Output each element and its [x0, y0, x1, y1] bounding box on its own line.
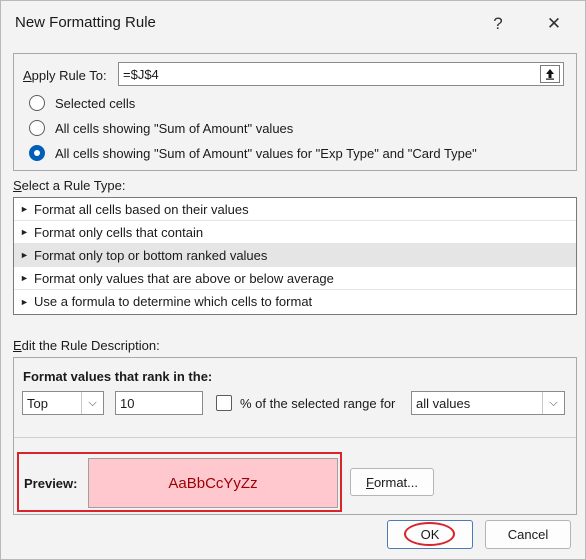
- cancel-button[interactable]: Cancel: [485, 520, 571, 549]
- arrow-right-icon: ►: [20, 204, 29, 214]
- apply-rule-value: =$J$4: [123, 66, 159, 82]
- format-button[interactable]: Format...: [350, 468, 434, 496]
- scope-option-sum-of-amount[interactable]: All cells showing "Sum of Amount" values: [29, 120, 293, 136]
- arrow-right-icon: ►: [20, 227, 29, 237]
- preview-sample-text: AaBbCcYyZz: [168, 474, 258, 492]
- apply-rule-input[interactable]: =$J$4: [118, 62, 564, 86]
- ok-highlight-annotation: [404, 522, 455, 546]
- edit-description-label: Edit the Rule Description:: [13, 338, 160, 353]
- rule-type-item[interactable]: ► Format only values that are above or b…: [14, 267, 576, 290]
- close-icon: ✕: [546, 14, 562, 33]
- rank-top-bottom-select[interactable]: Top ⌵: [22, 391, 104, 415]
- preview-sample: AaBbCcYyZz: [88, 458, 338, 508]
- rule-type-item-label: Format only cells that contain: [34, 224, 204, 240]
- rule-type-item-label: Format all cells based on their values: [34, 201, 249, 217]
- radio-exp-card-type[interactable]: [29, 145, 45, 161]
- arrow-right-icon: ►: [20, 250, 29, 260]
- chevron-down-icon: ⌵: [542, 392, 564, 414]
- rule-type-list: ► Format all cells based on their values…: [13, 197, 577, 315]
- rule-type-item-label: Format only values that are above or bel…: [34, 270, 334, 286]
- apply-rule-label: Apply Rule To:: [23, 68, 107, 83]
- percent-label: % of the selected range for: [240, 396, 396, 411]
- rank-value-input[interactable]: 10: [115, 391, 203, 415]
- rule-type-label: Select a Rule Type:: [13, 178, 126, 193]
- rank-heading: Format values that rank in the:: [23, 369, 213, 384]
- dialog-title: New Formatting Rule: [15, 14, 156, 31]
- upload-arrow-icon: [546, 69, 554, 80]
- collapse-range-button[interactable]: [540, 65, 560, 83]
- rule-type-item-label: Format only top or bottom ranked values: [34, 247, 268, 263]
- edit-description-group: Format values that rank in the: Top ⌵ 10…: [13, 357, 577, 515]
- apply-rule-group: Apply Rule To: =$J$4 Selected cells All …: [13, 53, 577, 171]
- preview-label: Preview:: [24, 476, 78, 491]
- arrow-right-icon: ►: [20, 273, 29, 283]
- rule-type-item[interactable]: ► Use a formula to determine which cells…: [14, 290, 576, 313]
- scope-option-exp-card-type[interactable]: All cells showing "Sum of Amount" values…: [29, 145, 477, 161]
- rule-type-item-selected[interactable]: ► Format only top or bottom ranked value…: [14, 244, 576, 267]
- scope-option-selected-cells[interactable]: Selected cells: [29, 95, 135, 111]
- arrow-right-icon: ►: [20, 296, 29, 307]
- chevron-down-icon: ⌵: [81, 392, 103, 414]
- scope-option-label: Selected cells: [55, 95, 136, 111]
- rule-type-item[interactable]: ► Format all cells based on their values: [14, 198, 576, 221]
- radio-sum-of-amount[interactable]: [29, 120, 45, 136]
- rank-value: 10: [120, 395, 135, 411]
- range-select-value: all values: [416, 395, 471, 411]
- close-button[interactable]: ✕: [541, 11, 567, 37]
- scope-option-label: All cells showing "Sum of Amount" values: [55, 120, 294, 136]
- new-formatting-rule-dialog: New Formatting Rule ? ✕ Apply Rule To: =…: [0, 0, 586, 560]
- rank-select-value: Top: [27, 395, 48, 411]
- rule-type-item[interactable]: ► Format only cells that contain: [14, 221, 576, 244]
- scope-option-label: All cells showing "Sum of Amount" values…: [55, 145, 477, 161]
- cancel-button-label: Cancel: [507, 527, 549, 542]
- percent-checkbox[interactable]: [216, 395, 232, 411]
- format-button-label: Format...: [365, 474, 419, 490]
- divider: [14, 437, 576, 438]
- radio-selected-cells[interactable]: [29, 95, 45, 111]
- rule-type-item-label: Use a formula to determine which cells t…: [34, 294, 313, 309]
- range-select[interactable]: all values ⌵: [411, 391, 565, 415]
- help-button[interactable]: ?: [485, 11, 511, 37]
